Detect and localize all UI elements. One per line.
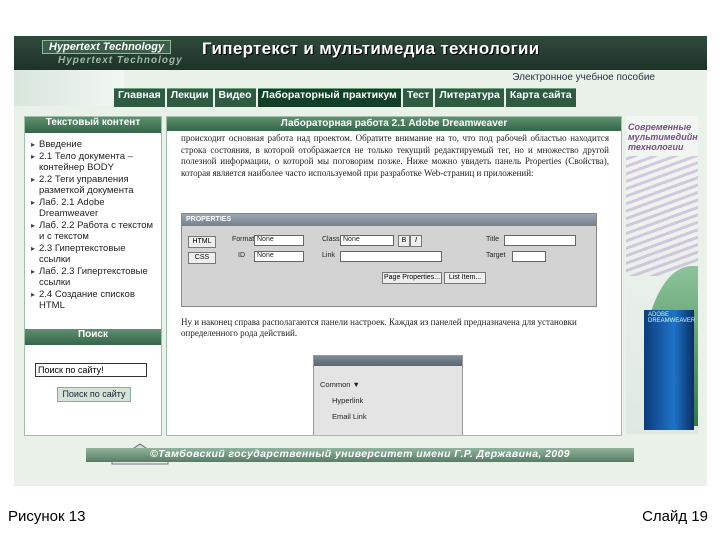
product-box-image: ADOBE DREAMWEAVER xyxy=(644,310,696,430)
sidebar-list: Введение 2.1 Тело документа – контейнер … xyxy=(25,139,161,311)
title-label: Title xyxy=(486,236,499,243)
insert-panel-image: Common ▼ Hyperlink Email Link xyxy=(313,355,463,435)
format-select: None xyxy=(254,235,304,246)
nav-lectures[interactable]: Лекции xyxy=(166,88,213,107)
insert-panel-email: Email Link xyxy=(332,412,367,421)
class-value: None xyxy=(343,236,360,243)
search-button[interactable]: Поиск по сайту xyxy=(57,387,131,402)
insert-panel-hyperlink: Hyperlink xyxy=(332,396,364,405)
bold-button: B xyxy=(398,235,410,247)
nav-home[interactable]: Главная xyxy=(114,88,165,107)
sidebar-item[interactable]: Лаб. 2.2 Работа с текстом и с текстом xyxy=(31,220,159,242)
main-nav: Главная Лекции Видео Лабораторный практи… xyxy=(114,88,578,107)
sidebar-item[interactable]: Лаб. 2.1 Adobe Dreamweaver xyxy=(31,197,159,219)
logo-line2: Hypertext Technology xyxy=(58,55,183,66)
sidebar-item[interactable]: 2.1 Тело документа – контейнер BODY xyxy=(31,151,159,173)
right-decoration: Современные мультимедийные технологии AD… xyxy=(626,116,698,434)
decoration-text: Современные мультимедийные технологии xyxy=(628,122,698,152)
sidebar: Текстовый контент Введение 2.1 Тело доку… xyxy=(24,116,162,436)
insert-panel-titlebar xyxy=(314,356,462,366)
slide-number: Слайд 19 xyxy=(642,508,708,525)
sidebar-heading: Текстовый контент xyxy=(25,117,161,133)
sidebar-item[interactable]: 2.2 Теги управления разметкой документа xyxy=(31,174,159,196)
logo-line1: Hypertext Technology xyxy=(42,40,172,54)
main-content: Лабораторная работа 2.1 Adobe Dreamweave… xyxy=(166,116,622,436)
figure-caption: Рисунок 13 xyxy=(8,508,86,525)
list-item-button: List Item... xyxy=(444,272,486,284)
main-paragraph-1: происходит основная работа над проектом.… xyxy=(181,133,609,178)
nav-literature[interactable]: Литература xyxy=(435,88,504,107)
search-heading: Поиск xyxy=(25,329,161,345)
sidebar-item[interactable]: Введение xyxy=(31,139,159,150)
page-properties-button: Page Properties... xyxy=(382,272,442,284)
sidebar-item[interactable]: 2.4 Создание списков HTML xyxy=(31,289,159,311)
sidebar-item[interactable]: 2.3 Гипертекстовые ссылки xyxy=(31,243,159,265)
sidebar-item[interactable]: Лаб. 2.3 Гипертекстовые ссылки xyxy=(31,266,159,288)
product-box-text: ADOBE DREAMWEAVER xyxy=(648,312,696,324)
id-value: None xyxy=(257,252,274,259)
id-label: ID xyxy=(238,252,245,259)
insert-panel-category: Common ▼ xyxy=(320,380,360,389)
italic-button: I xyxy=(410,235,422,247)
format-label: Format xyxy=(232,236,255,243)
search-input[interactable] xyxy=(35,363,147,377)
link-field xyxy=(340,251,442,262)
site-header: Hypertext Technology Hypertext Technolog… xyxy=(14,36,707,70)
properties-panel-image: PROPERTIES HTML CSS Format None Class No… xyxy=(181,213,597,307)
nav-video[interactable]: Видео xyxy=(214,88,256,107)
properties-title: PROPERTIES xyxy=(182,214,596,226)
site-title: Гипертекст и мультимедиа технологии xyxy=(202,39,540,58)
css-button: CSS xyxy=(188,252,216,264)
nav-test[interactable]: Тест xyxy=(402,88,434,107)
screenshot-frame: Hypertext Technology Hypertext Technolog… xyxy=(14,36,707,486)
nav-sitemap[interactable]: Карта сайта xyxy=(505,88,576,107)
class-label: Class xyxy=(322,236,340,243)
target-select xyxy=(512,251,546,262)
title-field xyxy=(504,235,576,246)
link-label: Link xyxy=(322,252,335,259)
format-value: None xyxy=(257,236,274,243)
main-heading: Лабораторная работа 2.1 Adobe Dreamweave… xyxy=(167,117,621,131)
html-button: HTML xyxy=(188,236,216,248)
target-label: Target xyxy=(486,252,506,259)
id-select: None xyxy=(254,251,304,262)
nav-lab-practicum[interactable]: Лабораторный практикум xyxy=(257,88,401,107)
site-subtitle: Электронное учебное пособие xyxy=(512,72,655,83)
decoration-stripes xyxy=(626,156,698,276)
footer-copyright: ©Тамбовский государственный университет … xyxy=(86,448,634,462)
class-select: None xyxy=(340,235,394,246)
main-paragraph-2: Ну и наконец справа располагаются панели… xyxy=(181,317,577,338)
header-decoration xyxy=(14,70,124,106)
